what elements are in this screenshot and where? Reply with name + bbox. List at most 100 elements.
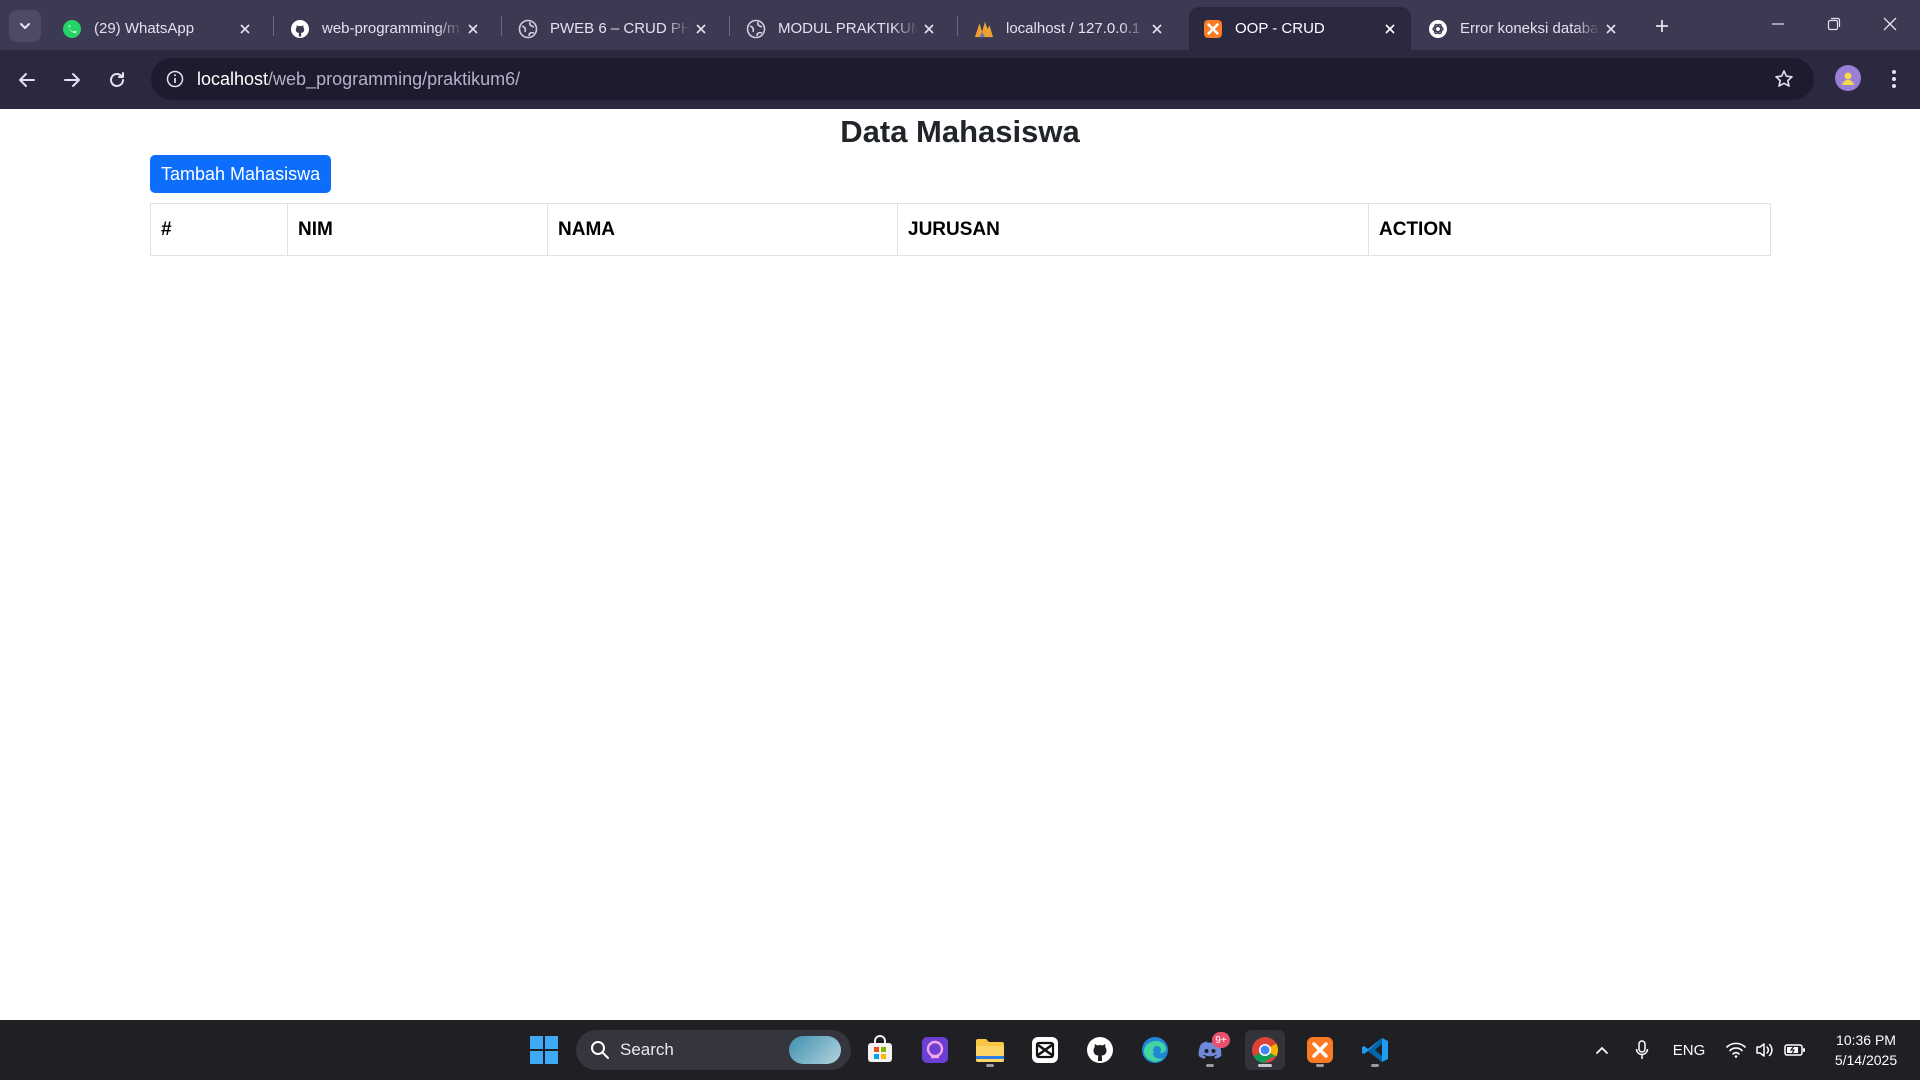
url-host: localhost [197, 68, 269, 89]
taskbar-app-purple[interactable] [915, 1030, 955, 1070]
minimize-icon [1772, 23, 1784, 25]
reload-icon [110, 72, 124, 87]
volume-status[interactable] [1751, 1020, 1779, 1080]
site-info-icon[interactable] [161, 65, 189, 93]
close-tab-icon[interactable] [1379, 18, 1401, 40]
battery-status[interactable] [1780, 1020, 1810, 1080]
tab-title: MODUL PRAKTIKUM [778, 20, 918, 37]
tab-separator [273, 16, 274, 36]
tab-title: (29) WhatsApp [94, 20, 195, 37]
column-header-action: ACTION [1368, 203, 1771, 256]
tab-title: PWEB 6 – CRUD PHP [550, 20, 690, 37]
close-tab-icon[interactable] [234, 18, 256, 40]
capcut-icon [1032, 1037, 1058, 1063]
reload-button[interactable] [100, 63, 134, 97]
tab-modul-praktikum[interactable]: MODUL PRAKTIKUM [732, 7, 950, 50]
globe-icon [746, 19, 766, 39]
search-icon [590, 1040, 610, 1060]
avatar-icon [1842, 72, 1854, 85]
minimize-button[interactable] [1750, 0, 1806, 48]
wifi-icon [1726, 1042, 1746, 1058]
more-vertical-icon [1892, 70, 1896, 88]
github-icon [1087, 1037, 1113, 1063]
start-button[interactable] [524, 1030, 564, 1070]
taskbar-microsoft-store[interactable] [860, 1030, 900, 1070]
tab-phpmyadmin[interactable]: localhost / 127.0.0.1 / [960, 7, 1178, 50]
close-tab-icon[interactable] [690, 18, 712, 40]
forward-button[interactable] [55, 63, 89, 97]
arrow-right-icon [64, 73, 80, 87]
tab-pweb6[interactable]: PWEB 6 – CRUD PHP [504, 7, 722, 50]
taskbar-chrome[interactable] [1245, 1030, 1285, 1070]
battery-charging-icon [1784, 1044, 1805, 1056]
chatgpt-icon [1428, 19, 1448, 39]
taskbar-edge[interactable] [1135, 1030, 1175, 1070]
tab-title: localhost / 127.0.0.1 / [1006, 20, 1146, 37]
whatsapp-icon [62, 19, 82, 39]
chrome-icon [1252, 1037, 1279, 1064]
close-tab-icon[interactable] [1600, 18, 1622, 40]
taskbar-xampp[interactable] [1300, 1030, 1340, 1070]
clock-date: 5/14/2025 [1834, 1052, 1898, 1068]
show-hidden-icons-button[interactable] [1588, 1020, 1616, 1080]
close-window-button[interactable] [1862, 0, 1918, 48]
close-tab-icon[interactable] [462, 18, 484, 40]
xampp-icon [1203, 19, 1223, 39]
url-path: /web_programming/praktikum6/ [268, 68, 521, 89]
browser-tab-strip: (29) WhatsApp web-programming/m PWEB 6 –… [0, 0, 1920, 50]
new-tab-button[interactable] [1648, 12, 1676, 40]
running-indicator [1206, 1064, 1214, 1067]
profile-avatar[interactable] [1835, 65, 1861, 91]
input-language[interactable]: ENG [1666, 1020, 1712, 1080]
add-mahasiswa-button[interactable]: Tambah Mahasiswa [150, 155, 332, 193]
tab-search-button[interactable] [9, 10, 41, 42]
tab-title: OOP - CRUD [1235, 20, 1325, 37]
running-indicator [1371, 1064, 1379, 1067]
page-title: Data Mahasiswa [840, 114, 1080, 149]
taskbar-github-desktop[interactable] [1080, 1030, 1120, 1070]
close-tab-icon[interactable] [918, 18, 940, 40]
globe-icon [518, 19, 538, 39]
store-icon [868, 1035, 892, 1062]
phpmyadmin-icon [974, 19, 994, 39]
chevron-down-icon [20, 23, 30, 29]
bookmark-star-icon[interactable] [1772, 67, 1796, 91]
taskbar-vscode[interactable] [1355, 1030, 1395, 1070]
taskbar-clock[interactable]: 10:36 PM 5/14/2025 [1816, 1030, 1916, 1070]
chevron-up-icon [1596, 1047, 1608, 1054]
taskbar-search[interactable]: Search [576, 1030, 851, 1070]
xampp-icon [1307, 1037, 1333, 1063]
volume-icon [1756, 1043, 1773, 1057]
close-tab-icon[interactable] [1146, 18, 1168, 40]
address-bar[interactable]: localhost/web_programming/praktikum6/ [151, 58, 1814, 100]
browser-menu-button[interactable] [1880, 64, 1908, 94]
column-header-jurusan: JURUSAN [897, 203, 1369, 256]
table-header-row: # NIM NAMA JURUSAN ACTION [150, 203, 1771, 256]
tab-title: Error koneksi databa [1460, 20, 1599, 37]
running-indicator [1316, 1064, 1324, 1067]
microphone-button[interactable] [1628, 1020, 1656, 1080]
taskbar-discord[interactable]: 9+ [1190, 1030, 1230, 1070]
column-header-number: # [150, 203, 288, 256]
column-header-nim: NIM [287, 203, 548, 256]
tab-oop-crud[interactable]: OOP - CRUD [1189, 7, 1411, 50]
tab-github[interactable]: web-programming/m [276, 7, 494, 50]
tab-title: web-programming/m [322, 20, 460, 37]
tab-separator [501, 16, 502, 36]
table-header: # NIM NAMA JURUSAN ACTION [150, 203, 1771, 256]
restore-icon [1827, 17, 1841, 31]
search-label: Search [620, 1040, 674, 1059]
column-header-nama: NAMA [547, 203, 898, 256]
folder-icon [976, 1039, 1004, 1062]
back-button[interactable] [10, 63, 44, 97]
restore-button[interactable] [1806, 0, 1862, 48]
tab-error-koneksi[interactable]: Error koneksi databa [1414, 7, 1632, 50]
tab-whatsapp[interactable]: (29) WhatsApp [48, 7, 266, 50]
vscode-icon [1362, 1038, 1388, 1062]
wifi-status[interactable] [1722, 1020, 1750, 1080]
taskbar-file-explorer[interactable] [970, 1030, 1010, 1070]
page-viewport: Data Mahasiswa Tambah Mahasiswa # NIM NA… [0, 109, 1920, 1020]
windows-taskbar: Search 9+ ENG 10:36 PM 5/14/2025 [0, 1020, 1920, 1080]
taskbar-capcut[interactable] [1025, 1030, 1065, 1070]
plus-icon [1656, 20, 1668, 32]
